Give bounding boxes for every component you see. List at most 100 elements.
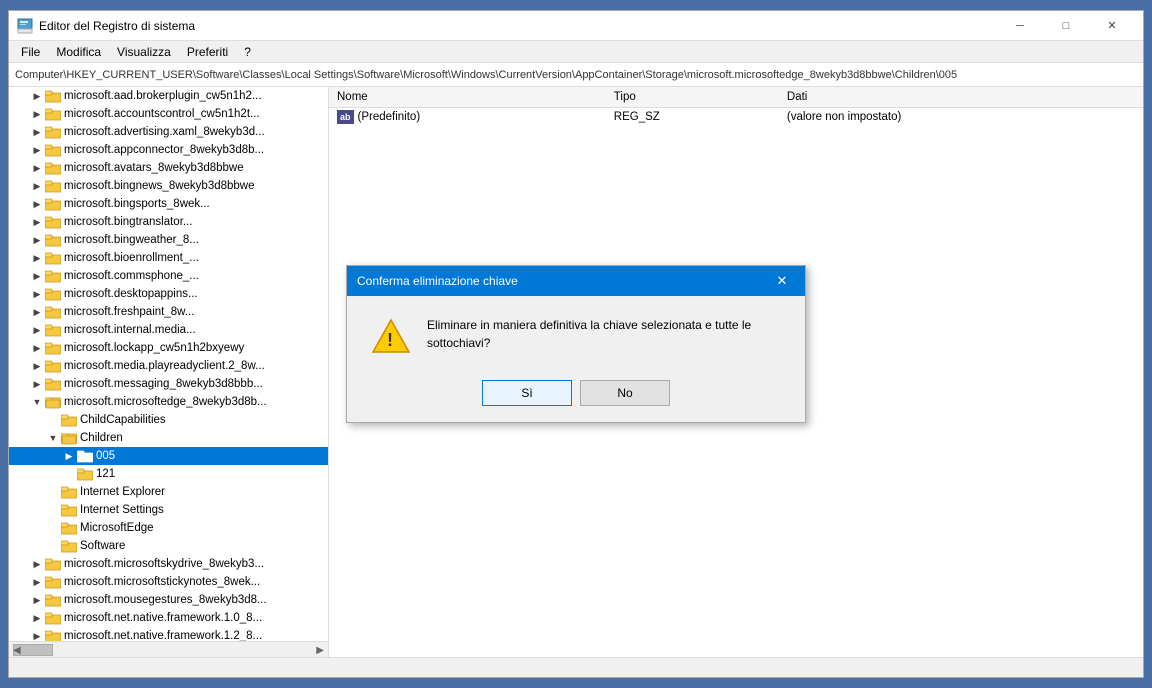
tree-item-label: microsoft.desktopappins...: [64, 288, 198, 300]
horizontal-scrollbar[interactable]: ◀ ▶: [9, 641, 328, 657]
menu-bar: File Modifica Visualizza Preferiti ?: [9, 41, 1143, 63]
expand-icon[interactable]: ▶: [29, 610, 45, 626]
expand-icon[interactable]: ▶: [29, 304, 45, 320]
tree-item-label: ChildCapabilities: [80, 414, 166, 426]
cell-data: (valore non impostato): [779, 107, 1143, 127]
tree-item[interactable]: ▶ microsoft.net.native.framework.1.0_8..…: [9, 609, 328, 627]
tree-item[interactable]: Internet Settings: [9, 501, 328, 519]
dialog-yes-button[interactable]: Sì: [482, 380, 572, 406]
tree-item[interactable]: Internet Explorer: [9, 483, 328, 501]
menu-modifica[interactable]: Modifica: [48, 43, 109, 61]
expand-icon[interactable]: ▶: [29, 214, 45, 230]
menu-preferiti[interactable]: Preferiti: [179, 43, 236, 61]
tree-item[interactable]: Software: [9, 537, 328, 555]
dialog-close-button[interactable]: ✕: [769, 268, 795, 294]
address-bar: Computer\HKEY_CURRENT_USER\Software\Clas…: [9, 63, 1143, 87]
tree-item[interactable]: ▶ microsoft.advertising.xaml_8wekyb3d...: [9, 123, 328, 141]
tree-item[interactable]: ▶ microsoft.messaging_8wekyb3d8bbb...: [9, 375, 328, 393]
folder-icon: [45, 305, 61, 319]
expand-icon[interactable]: [45, 484, 61, 500]
dialog-title: Conferma eliminazione chiave: [357, 274, 769, 288]
expand-icon[interactable]: ▶: [29, 142, 45, 158]
tree-item[interactable]: MicrosoftEdge: [9, 519, 328, 537]
expand-icon[interactable]: ▶: [29, 628, 45, 641]
minimize-button[interactable]: ─: [997, 11, 1043, 41]
expand-icon[interactable]: ▶: [29, 592, 45, 608]
tree-item[interactable]: 121: [9, 465, 328, 483]
expand-icon[interactable]: ▶: [29, 232, 45, 248]
tree-item-label: microsoft.net.native.framework.1.2_8...: [64, 630, 262, 641]
menu-help[interactable]: ?: [236, 43, 259, 61]
expand-icon[interactable]: ▶: [29, 124, 45, 140]
expand-icon[interactable]: [45, 538, 61, 554]
col-dati: Dati: [779, 87, 1143, 107]
folder-icon: [61, 539, 77, 553]
expand-icon[interactable]: ▶: [29, 160, 45, 176]
tree-item[interactable]: ▶ microsoft.microsoftskydrive_8wekyb3...: [9, 555, 328, 573]
tree-item[interactable]: ▶ microsoft.bingnews_8wekyb3d8bbwe: [9, 177, 328, 195]
tree-item[interactable]: ▼ microsoft.microsoftedge_8wekyb3d8b...: [9, 393, 328, 411]
expand-icon[interactable]: ▶: [29, 268, 45, 284]
expand-icon[interactable]: ▶: [29, 556, 45, 572]
tree-item[interactable]: ▶ microsoft.freshpaint_8w...: [9, 303, 328, 321]
expand-icon[interactable]: ▶: [29, 376, 45, 392]
tree-item[interactable]: ▶ microsoft.media.playreadyclient.2_8w..…: [9, 357, 328, 375]
dialog-title-bar: Conferma eliminazione chiave ✕: [347, 266, 805, 296]
tree-item[interactable]: ▶ microsoft.bingsports_8wek...: [9, 195, 328, 213]
menu-visualizza[interactable]: Visualizza: [109, 43, 179, 61]
warning-icon: !: [371, 316, 411, 356]
folder-icon: [45, 143, 61, 157]
expand-icon[interactable]: ▼: [29, 394, 45, 410]
expand-icon[interactable]: ▶: [29, 88, 45, 104]
tree-panel: ▶ microsoft.aad.brokerplugin_cw5n1h2...▶…: [9, 87, 329, 657]
folder-icon: [45, 197, 61, 211]
expand-icon[interactable]: [45, 412, 61, 428]
tree-item[interactable]: ▶ 005: [9, 447, 328, 465]
folder-icon: [45, 179, 61, 193]
tree-item[interactable]: ▶ microsoft.aad.brokerplugin_cw5n1h2...: [9, 87, 328, 105]
expand-icon[interactable]: ▶: [29, 286, 45, 302]
folder-icon: [45, 287, 61, 301]
expand-icon[interactable]: ▶: [29, 358, 45, 374]
tree-item[interactable]: ▶ microsoft.bioenrollment_...: [9, 249, 328, 267]
tree-item[interactable]: ▶ microsoft.bingweather_8...: [9, 231, 328, 249]
tree-item[interactable]: ▶ microsoft.microsoftstickynotes_8wek...: [9, 573, 328, 591]
tree-item[interactable]: ▶ microsoft.mousegestures_8wekyb3d8...: [9, 591, 328, 609]
tree-item[interactable]: ChildCapabilities: [9, 411, 328, 429]
menu-file[interactable]: File: [13, 43, 48, 61]
folder-icon: [77, 467, 93, 481]
tree-item[interactable]: ▶ microsoft.accountscontrol_cw5n1h2t...: [9, 105, 328, 123]
expand-icon[interactable]: ▶: [29, 340, 45, 356]
tree-item-label: microsoft.microsoftskydrive_8wekyb3...: [64, 558, 264, 570]
expand-icon[interactable]: ▶: [29, 574, 45, 590]
expand-icon[interactable]: ▶: [61, 448, 77, 464]
folder-icon: [45, 251, 61, 265]
tree-item[interactable]: ▶ microsoft.bingtranslator...: [9, 213, 328, 231]
expand-icon[interactable]: ▶: [29, 322, 45, 338]
registry-table: Nome Tipo Dati ab(Predefinito)REG_SZ(val…: [329, 87, 1143, 127]
tree-item[interactable]: ▶ microsoft.lockapp_cw5n1h2bxyewy: [9, 339, 328, 357]
expand-icon[interactable]: [61, 466, 77, 482]
tree-item[interactable]: ▼ Children: [9, 429, 328, 447]
table-row[interactable]: ab(Predefinito)REG_SZ(valore non imposta…: [329, 107, 1143, 127]
tree-scroll[interactable]: ▶ microsoft.aad.brokerplugin_cw5n1h2...▶…: [9, 87, 328, 641]
folder-icon: [61, 521, 77, 535]
tree-item[interactable]: ▶ microsoft.internal.media...: [9, 321, 328, 339]
maximize-button[interactable]: □: [1043, 11, 1089, 41]
expand-icon[interactable]: [45, 520, 61, 536]
tree-item[interactable]: ▶ microsoft.net.native.framework.1.2_8..…: [9, 627, 328, 641]
expand-icon[interactable]: ▶: [29, 106, 45, 122]
tree-item[interactable]: ▶ microsoft.commsphone_...: [9, 267, 328, 285]
expand-icon[interactable]: ▶: [29, 250, 45, 266]
tree-item[interactable]: ▶ microsoft.desktopappins...: [9, 285, 328, 303]
expand-icon[interactable]: [45, 502, 61, 518]
expand-icon[interactable]: ▶: [29, 196, 45, 212]
cell-name: ab(Predefinito): [329, 107, 606, 127]
expand-icon[interactable]: ▼: [45, 430, 61, 446]
dialog-no-button[interactable]: No: [580, 380, 670, 406]
tree-item[interactable]: ▶ microsoft.appconnector_8wekyb3d8b...: [9, 141, 328, 159]
cell-type: REG_SZ: [606, 107, 779, 127]
tree-item[interactable]: ▶ microsoft.avatars_8wekyb3d8bbwe: [9, 159, 328, 177]
close-button[interactable]: ✕: [1089, 11, 1135, 41]
expand-icon[interactable]: ▶: [29, 178, 45, 194]
